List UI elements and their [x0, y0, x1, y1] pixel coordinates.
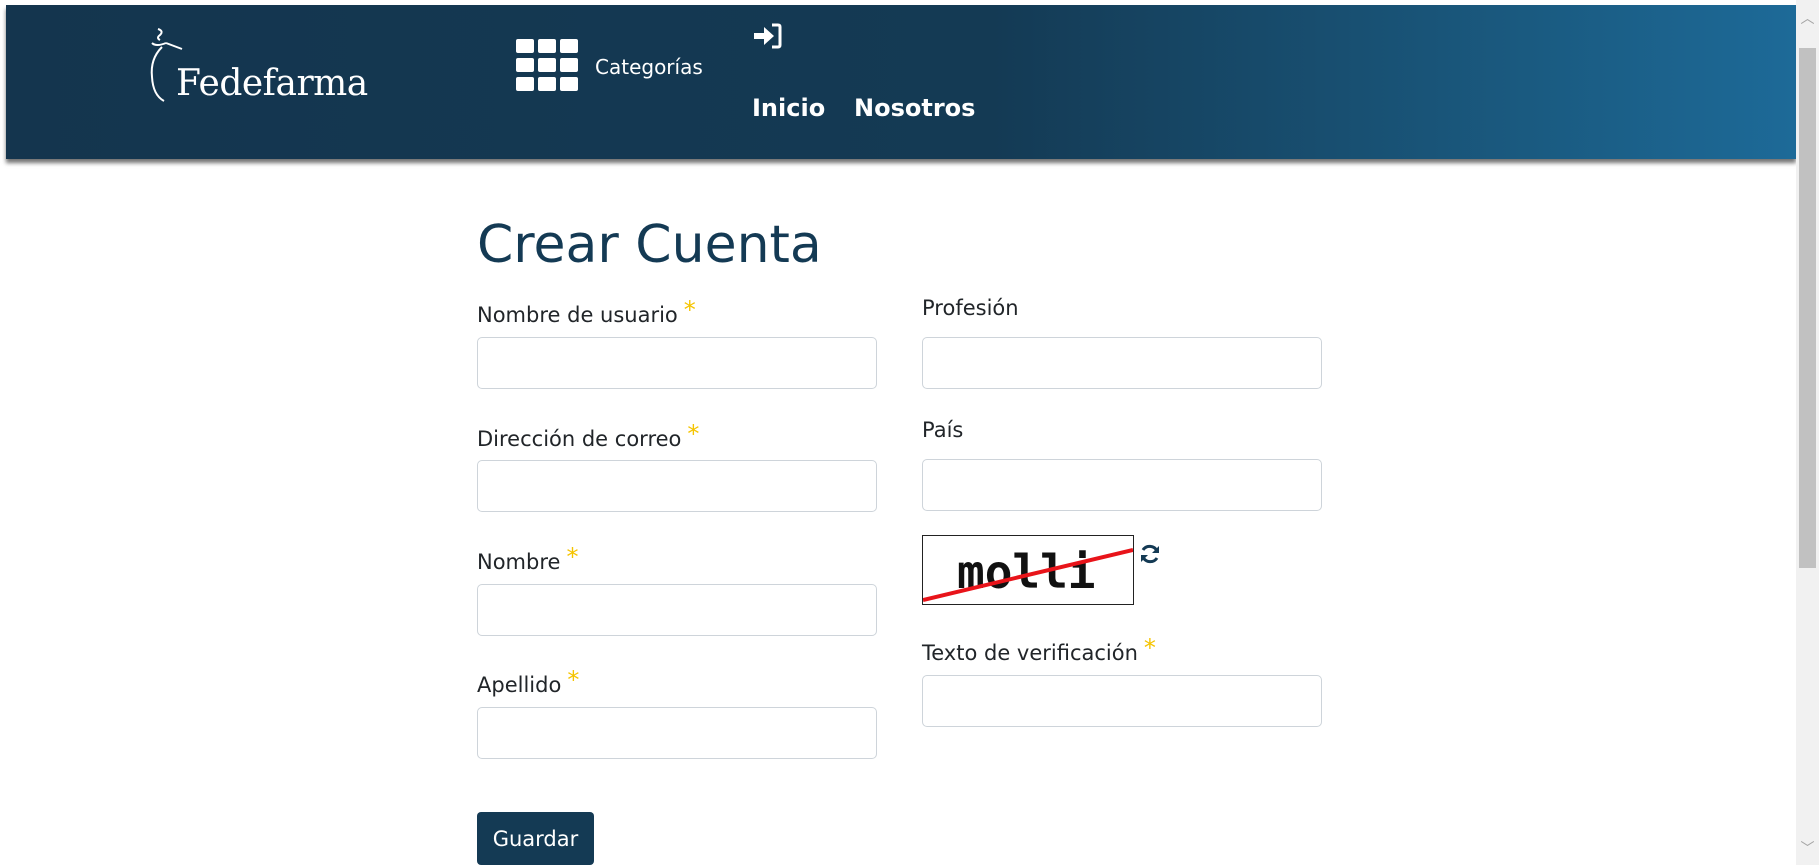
first-name-label: Nombre *: [477, 543, 578, 574]
required-star-icon: *: [1143, 634, 1156, 662]
username-label: Nombre de usuario *: [477, 296, 696, 327]
last-name-label-text: Apellido: [477, 673, 562, 697]
scroll-up-arrow-icon[interactable]: ︿: [1796, 8, 1819, 27]
vertical-scrollbar[interactable]: ︿ ﹀: [1796, 0, 1819, 865]
required-star-icon: *: [566, 543, 579, 571]
scroll-down-arrow-icon[interactable]: ﹀: [1796, 838, 1819, 857]
first-name-input[interactable]: [477, 584, 877, 636]
country-label: País: [922, 418, 963, 442]
fedefarma-logo[interactable]: Fedefarma: [144, 27, 374, 107]
email-label: Dirección de correo *: [477, 420, 699, 451]
country-label-text: País: [922, 418, 964, 442]
logo-text: Fedefarma: [176, 63, 368, 104]
profession-label-text: Profesión: [922, 296, 1019, 320]
captcha-image: molli: [922, 535, 1134, 605]
verification-label: Texto de verificación *: [922, 634, 1156, 665]
first-name-label-text: Nombre: [477, 550, 561, 574]
nav-nosotros-link[interactable]: Nosotros: [854, 94, 975, 122]
captcha-text: molli: [957, 545, 1095, 599]
site-header: Fedefarma Categorías Inicio Nosotros: [6, 5, 1796, 159]
refresh-icon[interactable]: [1138, 542, 1162, 566]
verification-label-text: Texto de verificación: [922, 641, 1138, 665]
scrollbar-thumb[interactable]: [1799, 48, 1816, 568]
required-star-icon: *: [687, 420, 700, 448]
username-input[interactable]: [477, 337, 877, 389]
profession-input[interactable]: [922, 337, 1322, 389]
apps-grid-icon[interactable]: [516, 39, 578, 95]
required-star-icon: *: [683, 296, 696, 324]
profession-label: Profesión: [922, 296, 1019, 320]
username-label-text: Nombre de usuario: [477, 303, 678, 327]
save-button[interactable]: Guardar: [477, 812, 594, 865]
login-icon[interactable]: [752, 23, 782, 49]
country-input[interactable]: [922, 459, 1322, 511]
verification-input[interactable]: [922, 675, 1322, 727]
email-label-text: Dirección de correo: [477, 427, 682, 451]
page-title: Crear Cuenta: [477, 215, 822, 275]
captcha-graphic: molli: [922, 545, 1134, 602]
nav-inicio-link[interactable]: Inicio: [752, 94, 825, 122]
last-name-input[interactable]: [477, 707, 877, 759]
required-star-icon: *: [567, 666, 580, 694]
last-name-label: Apellido *: [477, 666, 579, 697]
email-input[interactable]: [477, 460, 877, 512]
categories-menu-link[interactable]: Categorías: [595, 55, 703, 79]
